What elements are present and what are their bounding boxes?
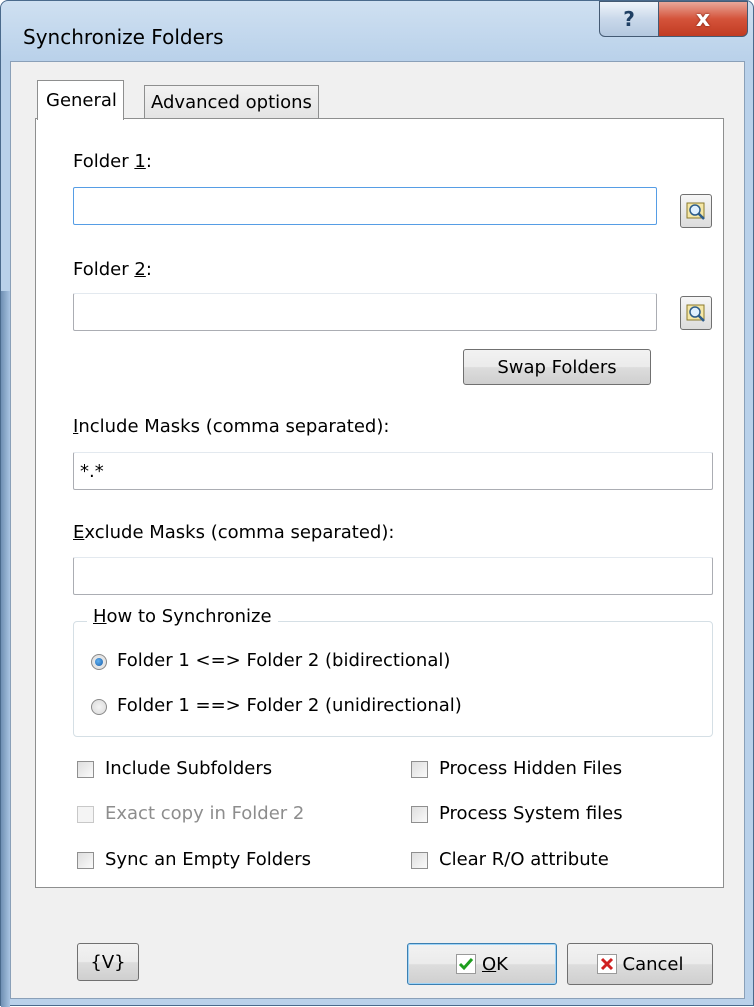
- ok-accel: O: [482, 953, 497, 975]
- process-hidden-checkbox[interactable]: [411, 761, 428, 778]
- include-masks-input[interactable]: *.*: [73, 452, 713, 490]
- folder2-input[interactable]: [73, 293, 657, 331]
- ok-label-rest: K: [496, 953, 508, 975]
- exact-copy-label: Exact copy in Folder 2: [105, 803, 305, 824]
- sync-mode-group-title: How to Synchronize: [87, 606, 278, 627]
- cancel-button[interactable]: Cancel: [567, 943, 713, 985]
- exclude-masks-input[interactable]: [73, 557, 713, 595]
- check-icon: [456, 954, 476, 974]
- tab-advanced-options[interactable]: Advanced options: [144, 85, 319, 119]
- ok-label: OK: [482, 954, 508, 975]
- cancel-x-icon: [596, 954, 617, 974]
- clear-ro-checkbox[interactable]: [411, 852, 428, 869]
- close-icon: x: [695, 6, 711, 32]
- unidirectional-radio[interactable]: [91, 699, 107, 715]
- exclude-masks-accel: E: [73, 522, 85, 543]
- exclude-masks-text: xclude Masks (comma separated):: [84, 522, 395, 543]
- swap-folders-button[interactable]: Swap Folders: [463, 349, 651, 385]
- folder2-label-accel: 2: [134, 259, 146, 280]
- bidirectional-radio[interactable]: [91, 654, 107, 670]
- process-system-checkbox[interactable]: [411, 806, 428, 823]
- folder2-label: Folder 2:: [73, 259, 152, 280]
- close-button[interactable]: x: [658, 1, 748, 37]
- include-subfolders-checkbox[interactable]: [77, 761, 94, 778]
- folder1-label: Folder 1:: [73, 151, 152, 172]
- folder1-input[interactable]: [73, 187, 657, 225]
- folder2-label-text: Folder: [73, 259, 135, 280]
- sync-empty-folders-checkbox[interactable]: [77, 852, 94, 869]
- folder2-label-colon: :: [145, 259, 152, 280]
- sync-group-title-text: ow to Synchronize: [106, 606, 272, 627]
- tab-general-label: General: [46, 90, 117, 111]
- tab-general[interactable]: General: [37, 80, 124, 120]
- variables-button[interactable]: {V}: [77, 943, 139, 981]
- browse-folder-icon: [686, 304, 705, 322]
- window-edge: [1, 291, 10, 1007]
- dialog-window: Synchronize Folders ? x General Advanced…: [0, 0, 754, 1007]
- folder1-label-text: Folder: [73, 151, 135, 172]
- clear-ro-label[interactable]: Clear R/O attribute: [439, 849, 609, 870]
- include-masks-text: nclude Masks (comma separated):: [78, 416, 390, 437]
- include-masks-label: Include Masks (comma separated):: [73, 416, 389, 437]
- bidirectional-label[interactable]: Folder 1 <=> Folder 2 (bidirectional): [117, 650, 450, 671]
- process-hidden-label[interactable]: Process Hidden Files: [439, 758, 622, 779]
- sync-group-title-accel: H: [93, 606, 107, 627]
- exact-copy-checkbox: [77, 806, 94, 823]
- tab-advanced-label: Advanced options: [151, 92, 312, 113]
- browse-folder-icon: [686, 202, 705, 220]
- process-system-label[interactable]: Process System files: [439, 803, 623, 824]
- exclude-masks-label: Exclude Masks (comma separated):: [73, 522, 394, 543]
- help-button[interactable]: ?: [599, 1, 659, 37]
- unidirectional-label[interactable]: Folder 1 ==> Folder 2 (unidirectional): [117, 695, 462, 716]
- window-title: Synchronize Folders: [23, 25, 224, 49]
- variables-button-label: {V}: [90, 951, 126, 973]
- folder1-browse-button[interactable]: [680, 194, 712, 228]
- ok-button[interactable]: OK: [407, 943, 557, 985]
- include-subfolders-label[interactable]: Include Subfolders: [105, 758, 272, 779]
- help-icon: ?: [623, 7, 635, 31]
- cancel-label: Cancel: [622, 953, 684, 975]
- folder1-label-accel: 1: [134, 151, 146, 172]
- folder1-label-colon: :: [145, 151, 152, 172]
- sync-empty-folders-label[interactable]: Sync an Empty Folders: [105, 849, 311, 870]
- folder2-browse-button[interactable]: [680, 296, 712, 330]
- sync-mode-group: [73, 621, 713, 737]
